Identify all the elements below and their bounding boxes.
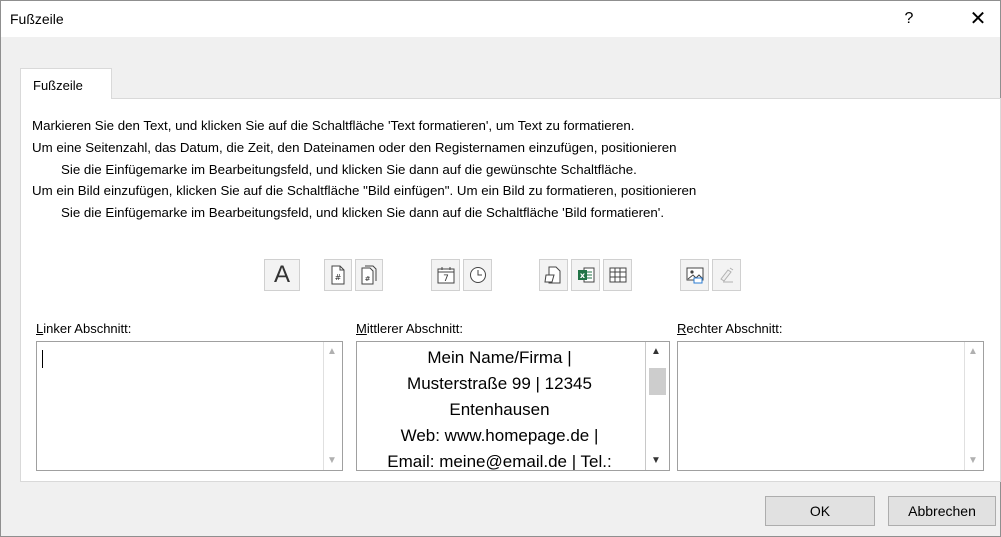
insert-page-count-button[interactable]: # [355, 259, 383, 291]
instructions: Markieren Sie den Text, und klicken Sie … [32, 115, 992, 224]
insert-page-number-button[interactable]: # [324, 259, 352, 291]
right-section-accel: R [677, 321, 687, 336]
insert-picture-icon [686, 267, 703, 284]
format-text-icon: A [273, 261, 290, 288]
text-caret [42, 350, 43, 368]
left-section-label-text: inker Abschnitt: [43, 321, 132, 336]
tab-panel: Markieren Sie den Text, und klicken Sie … [20, 98, 1001, 482]
left-section-scrollbar[interactable]: ▲ ▼ [323, 342, 342, 470]
footer-dialog: Fußzeile ? ✕ Fußzeile Markieren Sie den … [0, 0, 1001, 537]
insert-date-button[interactable]: 7 [431, 259, 460, 291]
instruction-line: Sie die Einfügemarke im Bearbeitungsfeld… [61, 161, 637, 177]
scroll-thumb[interactable] [649, 368, 666, 395]
insert-time-button[interactable] [463, 259, 492, 291]
center-line: Musterstraße 99 | 12345 [407, 374, 592, 393]
instruction-line: Markieren Sie den Text, und klicken Sie … [32, 118, 635, 133]
date-icon: 7 [437, 267, 454, 284]
svg-text:x: x [579, 271, 585, 280]
left-section-label: Linker Abschnitt: [36, 321, 131, 336]
scroll-down-icon[interactable]: ▼ [965, 455, 981, 466]
format-picture-icon [719, 267, 733, 283]
insert-sheet-name-button[interactable] [603, 259, 632, 291]
dialog-title: Fußzeile [10, 11, 64, 27]
svg-text:#: # [335, 273, 342, 282]
cancel-button[interactable]: Abbrechen [888, 496, 996, 526]
page-number-icon: # [331, 265, 345, 285]
svg-text:#: # [365, 275, 371, 283]
scroll-up-icon[interactable]: ▲ [648, 346, 664, 357]
close-button[interactable]: ✕ [963, 7, 993, 31]
center-section-accel: M [356, 321, 367, 336]
sheet-name-icon [609, 267, 626, 283]
file-path-icon [543, 266, 560, 284]
right-section-scrollbar[interactable]: ▲ ▼ [964, 342, 983, 470]
help-button[interactable]: ? [895, 7, 923, 31]
center-line: Web: www.homepage.de | [400, 426, 599, 445]
center-section-label: Mittlerer Abschnitt: [356, 321, 463, 336]
file-name-icon: x [577, 267, 594, 283]
tab-footer[interactable]: Fußzeile [20, 68, 112, 99]
title-bar: Fußzeile ? ✕ [1, 1, 1000, 37]
format-text-button[interactable]: A [264, 259, 300, 291]
scroll-up-icon[interactable]: ▲ [324, 346, 340, 357]
format-picture-button[interactable] [712, 259, 741, 291]
center-line: Mein Name/Firma | [427, 348, 572, 367]
instruction-line: Um ein Bild einzufügen, klicken Sie auf … [32, 183, 697, 199]
right-section-label: Rechter Abschnitt: [677, 321, 783, 336]
insert-picture-button[interactable] [680, 259, 709, 291]
scroll-down-icon[interactable]: ▼ [648, 455, 664, 466]
left-section-field[interactable]: ▲ ▼ [36, 341, 343, 471]
svg-text:7: 7 [443, 274, 449, 284]
insert-file-path-button[interactable] [539, 259, 568, 291]
instruction-line: Sie die Einfügemarke im Bearbeitungsfeld… [61, 205, 665, 221]
ok-button[interactable]: OK [765, 496, 875, 526]
right-section-label-text: echter Abschnitt: [686, 321, 783, 336]
right-section-field[interactable]: ▲ ▼ [677, 341, 984, 471]
time-icon [469, 267, 486, 283]
center-section-label-text: ittlerer Abschnitt: [366, 321, 463, 336]
center-section-content: Mein Name/Firma | Musterstraße 99 | 1234… [357, 345, 642, 471]
page-count-icon: # [361, 265, 377, 285]
scroll-up-icon[interactable]: ▲ [965, 346, 981, 357]
scroll-down-icon[interactable]: ▼ [324, 455, 340, 466]
center-section-scrollbar[interactable]: ▲ ▼ [645, 342, 669, 470]
insert-file-name-button[interactable]: x [571, 259, 600, 291]
center-line: Email: meine@email.de | Tel.: [387, 452, 612, 471]
instruction-line: Um eine Seitenzahl, das Datum, die Zeit,… [32, 139, 677, 155]
center-section-field[interactable]: Mein Name/Firma | Musterstraße 99 | 1234… [356, 341, 670, 471]
center-line: Entenhausen [449, 400, 550, 419]
